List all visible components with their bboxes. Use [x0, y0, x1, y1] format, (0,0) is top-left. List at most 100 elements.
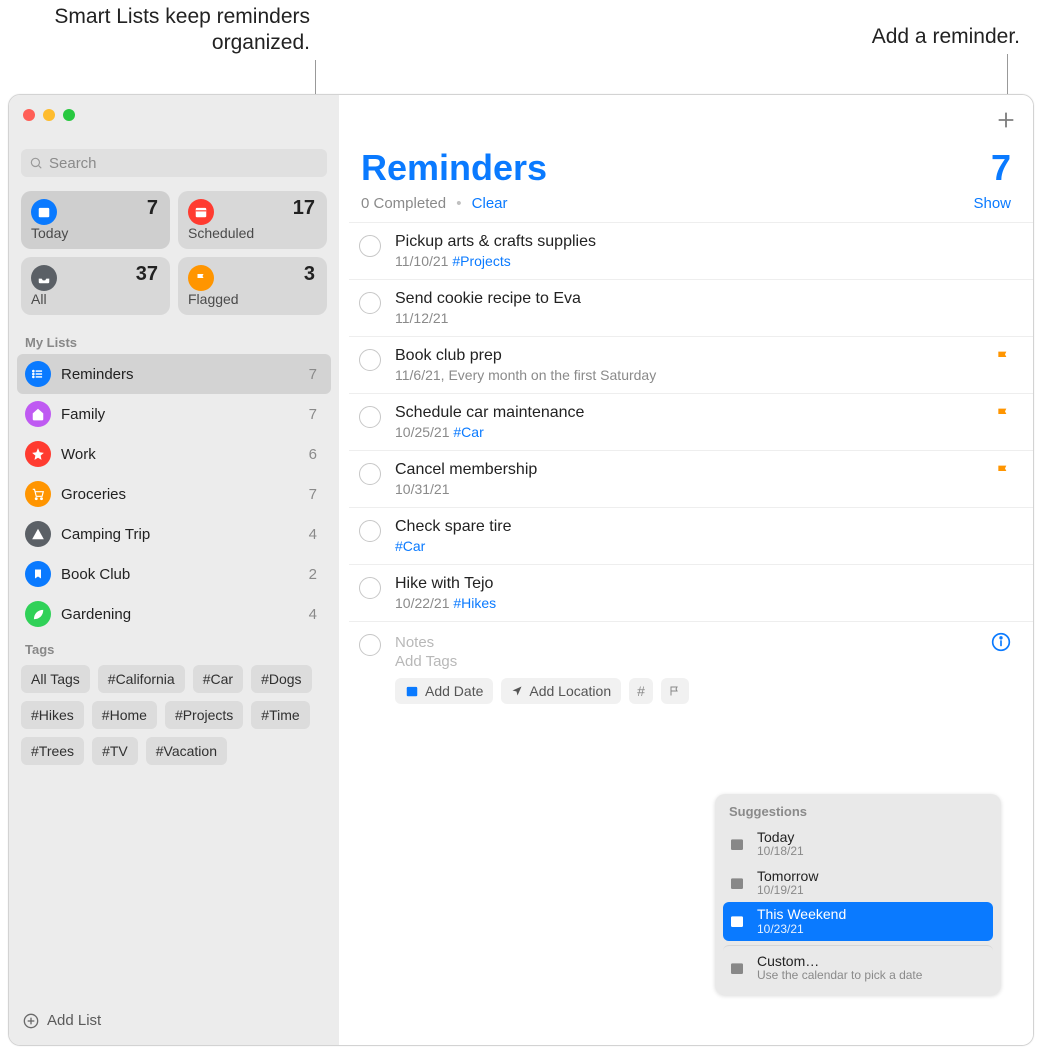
tent-icon [25, 521, 51, 547]
clear-button[interactable]: Clear [472, 195, 508, 212]
tag-time[interactable]: #Time [251, 701, 309, 729]
info-button[interactable] [991, 632, 1011, 652]
reminder-title: Hike with Tejo [395, 575, 1011, 593]
reminder-item[interactable]: Cancel membership10/31/21 [349, 451, 1033, 508]
search-placeholder: Search [49, 155, 97, 172]
plus-circle-icon [23, 1013, 39, 1029]
tag-hikes[interactable]: #Hikes [21, 701, 84, 729]
smart-list-label: Scheduled [188, 225, 254, 241]
reminder-checkbox[interactable] [359, 235, 381, 257]
reminder-checkbox[interactable] [359, 520, 381, 542]
new-reminder-row[interactable]: Notes Add Tags Add Date [349, 622, 1033, 714]
sidebar-list-gardening[interactable]: Gardening 4 [17, 594, 331, 634]
search-input[interactable]: Search [21, 149, 327, 177]
tag-california[interactable]: #California [98, 665, 185, 693]
calendar-icon [405, 684, 419, 698]
reminder-checkbox[interactable] [359, 292, 381, 314]
sidebar-list-work[interactable]: Work6 [17, 434, 331, 474]
add-list-button[interactable]: Add List [9, 1002, 339, 1039]
tag-vacation[interactable]: #Vacation [146, 737, 227, 765]
reminder-checkbox[interactable] [359, 577, 381, 599]
sidebar-list-reminders[interactable]: Reminders7 [17, 354, 331, 394]
sidebar-list-groceries[interactable]: Groceries 7 [17, 474, 331, 514]
add-flag-chip[interactable] [661, 678, 689, 704]
calendar-icon [188, 199, 214, 225]
smart-lists-grid: 7Today17Scheduled37All3Flagged [9, 179, 339, 327]
list-name: Gardening [61, 606, 299, 623]
show-button[interactable]: Show [973, 195, 1011, 212]
tag-tv[interactable]: #TV [92, 737, 138, 765]
reminder-item[interactable]: Book club prep11/6/21, Every month on th… [349, 337, 1033, 394]
smart-list-today[interactable]: 7Today [21, 191, 170, 249]
tag-dogs[interactable]: #Dogs [251, 665, 311, 693]
reminder-checkbox[interactable] [359, 634, 381, 656]
notes-placeholder[interactable]: Notes [395, 634, 977, 651]
reminder-checkbox[interactable] [359, 463, 381, 485]
reminder-meta: 11/10/21 #Projects [395, 253, 1011, 269]
list-subheader: 0 Completed • Clear Show [339, 195, 1033, 222]
info-circle-icon [991, 632, 1011, 652]
calendar-today-icon [31, 199, 57, 225]
bookmark-icon [25, 561, 51, 587]
flag-icon [995, 406, 1011, 422]
list-icon [25, 361, 51, 387]
tag-home[interactable]: #Home [92, 701, 157, 729]
maximize-window-icon[interactable] [63, 109, 75, 121]
suggestion-title: Tomorrow [757, 869, 818, 884]
reminder-title: Send cookie recipe to Eva [395, 290, 1011, 308]
sidebar: Search 7Today17Scheduled37All3Flagged My… [9, 95, 339, 1045]
suggestion-this-weekend[interactable]: This Weekend10/23/21 [723, 902, 993, 941]
sidebar-list-camping-trip[interactable]: Camping Trip4 [17, 514, 331, 554]
toolbar [339, 95, 1033, 131]
reminder-item[interactable]: Send cookie recipe to Eva11/12/21 [349, 280, 1033, 337]
reminder-item[interactable]: Schedule car maintenance10/25/21 #Car [349, 394, 1033, 451]
my-lists: Reminders7Family7Work6 Groceries 7 Camping … [9, 354, 339, 634]
sidebar-list-family[interactable]: Family7 [17, 394, 331, 434]
calendar-icon [729, 913, 747, 929]
tag-projects[interactable]: #Projects [165, 701, 243, 729]
tag-trees[interactable]: #Trees [21, 737, 84, 765]
list-count: 7 [991, 147, 1011, 189]
list-count: 4 [309, 526, 323, 543]
reminder-checkbox[interactable] [359, 349, 381, 371]
add-tags-placeholder[interactable]: Add Tags [395, 653, 977, 670]
reminder-item[interactable]: Pickup arts & crafts supplies 11/10/21 #P… [349, 222, 1033, 280]
close-window-icon[interactable] [23, 109, 35, 121]
suggestion-tomorrow[interactable]: Tomorrow10/19/21 [723, 864, 993, 903]
add-reminder-button[interactable] [995, 109, 1017, 131]
add-location-chip[interactable]: Add Location [501, 678, 621, 704]
smart-list-count: 3 [304, 263, 315, 286]
list-name: Groceries [61, 486, 299, 503]
search-icon [29, 156, 43, 170]
suggestion-today[interactable]: Today10/18/21 [723, 825, 993, 864]
reminder-item[interactable]: Check spare tire#Car [349, 508, 1033, 565]
add-tag-chip[interactable]: # [629, 678, 653, 704]
smart-list-flagged[interactable]: 3Flagged [178, 257, 327, 315]
tag-car[interactable]: #Car [193, 665, 243, 693]
list-count: 4 [309, 606, 323, 623]
reminder-checkbox[interactable] [359, 406, 381, 428]
list-count: 7 [309, 366, 323, 383]
tag-alltags[interactable]: All Tags [21, 665, 90, 693]
add-date-chip[interactable]: Add Date [395, 678, 493, 704]
reminder-meta: 10/22/21 #Hikes [395, 595, 1011, 611]
flag-icon [995, 349, 1011, 365]
reminder-title: Pickup arts & crafts supplies [395, 233, 1011, 251]
list-count: 7 [309, 486, 323, 503]
plus-icon [995, 109, 1017, 131]
suggestion-custom-[interactable]: Custom…Use the calendar to pick a date [723, 945, 993, 988]
smart-list-all[interactable]: 37All [21, 257, 170, 315]
minimize-window-icon[interactable] [43, 109, 55, 121]
smart-list-scheduled[interactable]: 17Scheduled [178, 191, 327, 249]
tags-container: All Tags #California #Car #Dogs #Hikes #Home #… [9, 661, 339, 769]
smart-list-label: Today [31, 225, 68, 241]
flag-icon [188, 265, 214, 291]
reminder-title: Book club prep [395, 347, 981, 365]
smart-list-label: All [31, 291, 47, 307]
list-title: Reminders [361, 147, 547, 189]
suggestion-title: This Weekend [757, 907, 846, 922]
section-title-my-lists: My Lists [9, 327, 339, 354]
reminder-item[interactable]: Hike with Tejo 10/22/21 #Hikes [349, 565, 1033, 622]
reminder-title: Cancel membership [395, 461, 981, 479]
sidebar-list-book-club[interactable]: Book Club2 [17, 554, 331, 594]
